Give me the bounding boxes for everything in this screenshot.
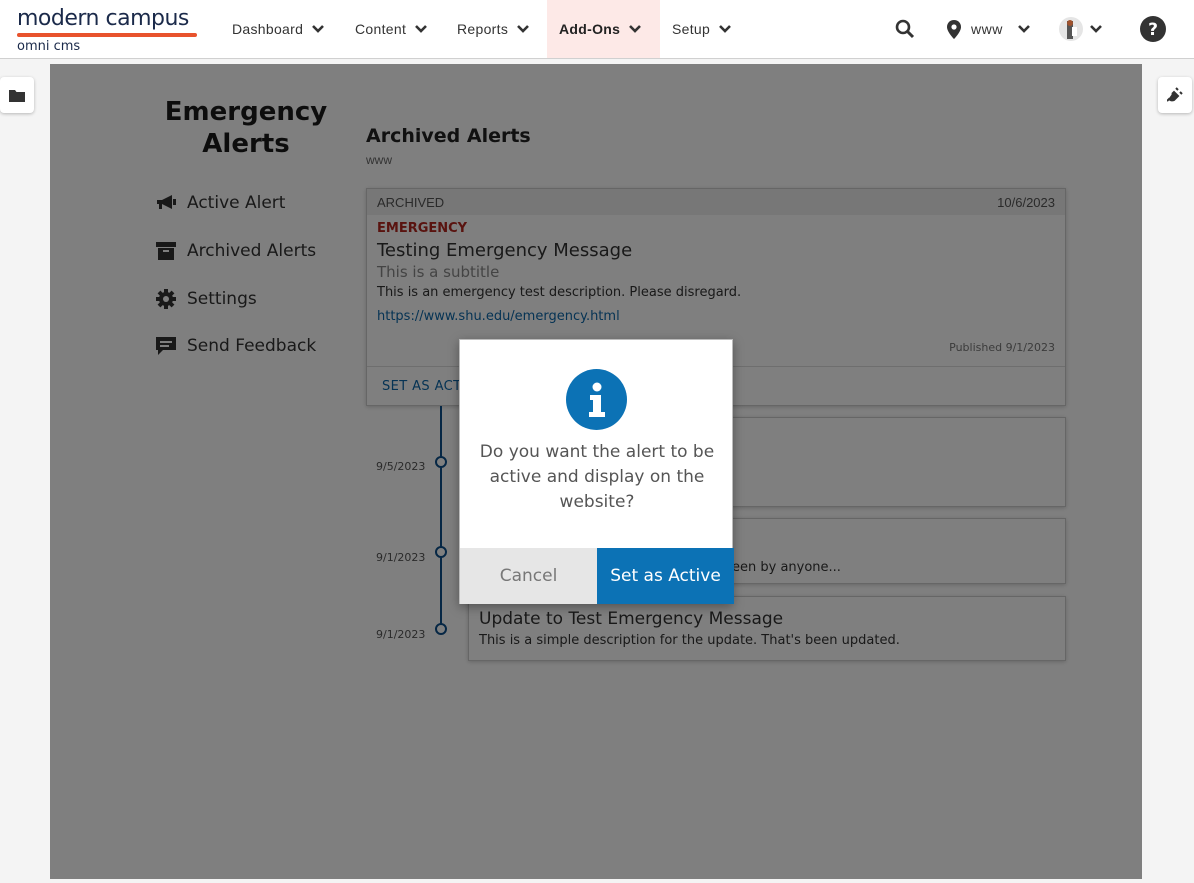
help-icon: ? [1140, 16, 1166, 42]
cancel-button[interactable]: Cancel [460, 548, 597, 604]
folder-icon [9, 89, 25, 102]
plug-icon [1167, 87, 1183, 102]
nav-reports[interactable]: Reports [445, 0, 542, 58]
chevron-down-icon [312, 25, 325, 33]
brand-logo[interactable]: modern campus omni cms [17, 4, 197, 54]
user-menu[interactable] [1059, 0, 1103, 58]
dialog-message: Do you want the alert to be active and d… [479, 442, 715, 512]
nav-reports-label: Reports [457, 21, 509, 37]
chevron-down-icon [517, 25, 530, 33]
nav-add-ons[interactable]: Add-Ons [547, 0, 660, 58]
gadgets-tab[interactable] [1158, 77, 1192, 113]
chevron-down-icon [719, 25, 732, 33]
top-navbar: modern campus omni cms Dashboard Content… [0, 0, 1194, 59]
search-icon [895, 19, 915, 39]
nav-content-label: Content [355, 21, 407, 37]
brand-name: modern campus [17, 6, 189, 31]
search-button[interactable] [895, 0, 915, 58]
nav-content[interactable]: Content [343, 0, 440, 58]
site-selector[interactable]: www [947, 0, 1031, 58]
avatar [1059, 17, 1083, 41]
nav-add-ons-label: Add-Ons [559, 21, 621, 37]
brand-product: omni cms [17, 39, 81, 54]
svg-text:?: ? [1148, 20, 1158, 40]
nav-setup-label: Setup [672, 21, 711, 37]
chevron-down-icon [629, 25, 642, 33]
map-marker-icon [947, 19, 961, 39]
nav-dashboard[interactable]: Dashboard [220, 0, 337, 58]
site-name: www [971, 21, 1003, 37]
nav-dashboard-label: Dashboard [232, 21, 304, 37]
chevron-down-icon [1017, 25, 1030, 33]
help-button[interactable]: ? [1140, 0, 1166, 58]
chevron-down-icon [1090, 25, 1102, 33]
chevron-down-icon [415, 25, 428, 33]
info-icon [566, 369, 627, 430]
confirm-dialog: Do you want the alert to be active and d… [459, 339, 734, 604]
set-as-active-button[interactable]: Set as Active [597, 548, 734, 604]
file-browser-tab[interactable] [0, 77, 34, 113]
nav-setup[interactable]: Setup [660, 0, 744, 58]
